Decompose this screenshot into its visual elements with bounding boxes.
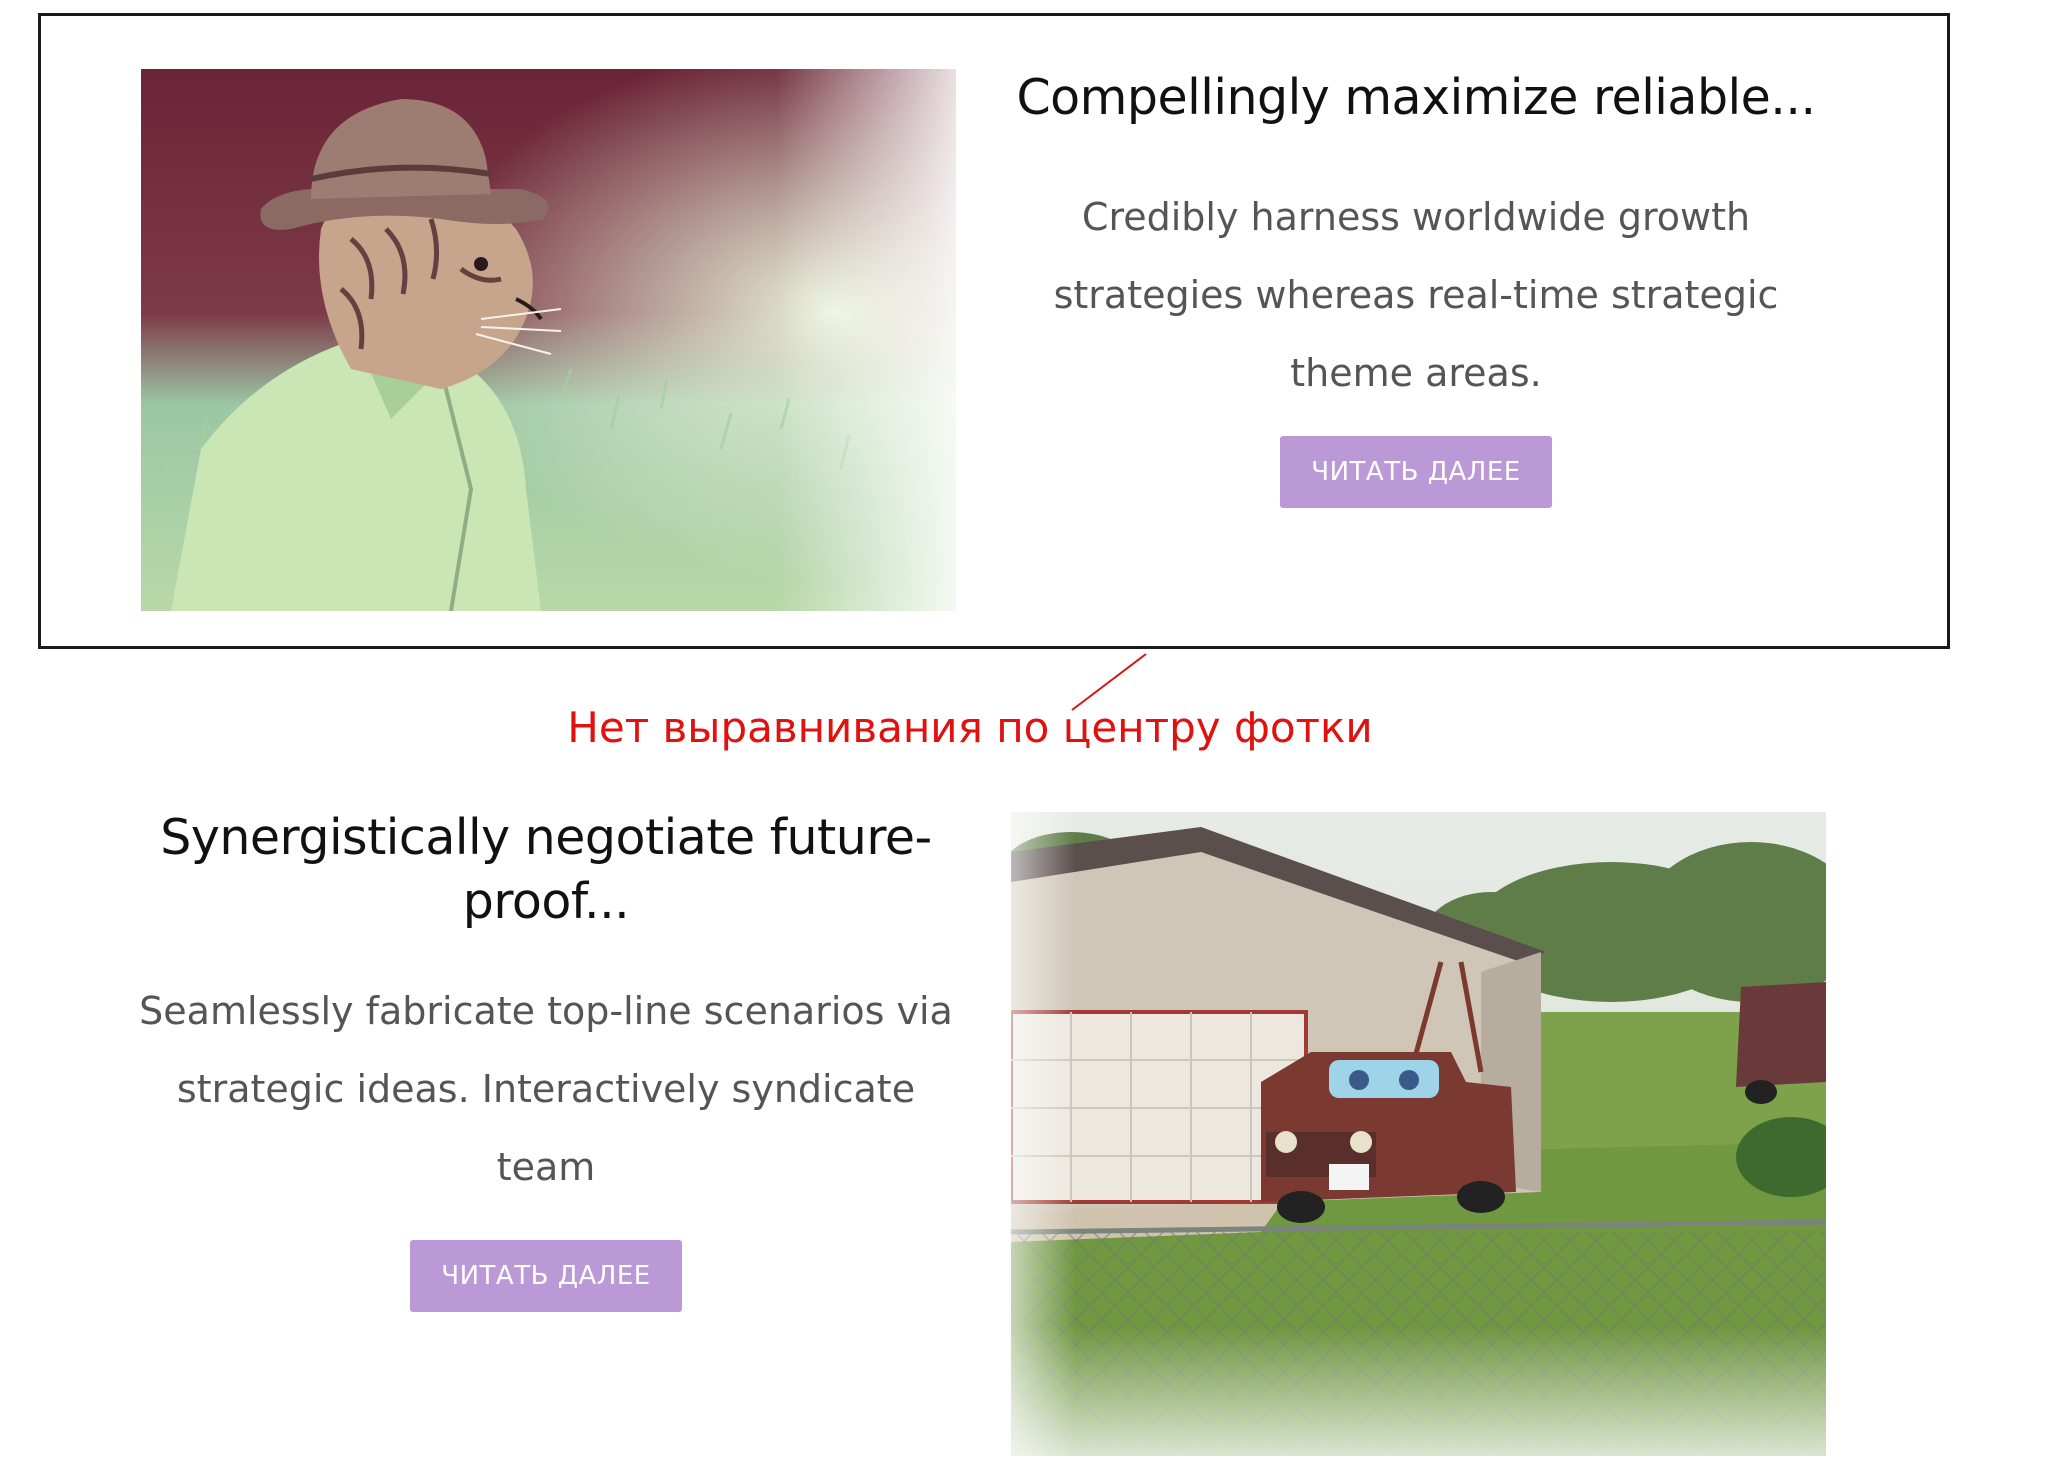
card-1-read-more-button[interactable]: ЧИТАТЬ ДАЛЕЕ [1280,436,1552,508]
card-2-read-more-button[interactable]: ЧИТАТЬ ДАЛЕЕ [410,1240,682,1312]
tiger-in-hat-image [141,69,956,611]
card-2-text: Synergistically negotiate future-proof..… [130,806,962,1312]
truck-photo [1011,812,1826,1456]
card-1-text: Compellingly maximize reliable... Credib… [986,66,1846,508]
card-1-title[interactable]: Compellingly maximize reliable... [986,66,1846,130]
card-1-description: Credibly harness worldwide growth strate… [1053,195,1779,395]
annotation-note: Нет выравнивания по центру фотки [567,703,1373,752]
tiger-photo [141,69,956,611]
card-2-title[interactable]: Synergistically negotiate future-proof..… [130,806,962,934]
card-2-description: Seamlessly fabricate top-line scenarios … [139,989,953,1189]
old-truck-with-eyes-image [1011,812,1826,1456]
